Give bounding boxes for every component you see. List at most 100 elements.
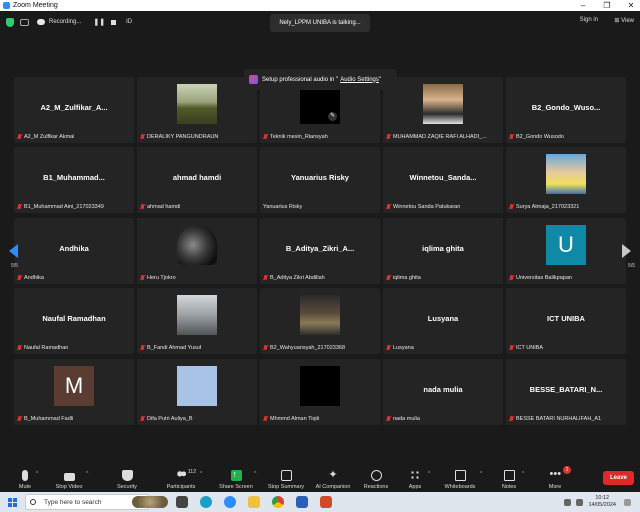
previous-page-button[interactable]: 5/5 xyxy=(3,228,29,278)
security-button[interactable]: Security xyxy=(114,462,140,492)
muted-mic-icon xyxy=(17,345,22,351)
share-options-caret[interactable]: ^ xyxy=(254,471,256,477)
participant-tile[interactable]: B2_Gondo_Wuso... B2_Gondo Wusodo xyxy=(506,77,626,143)
muted-mic-icon xyxy=(17,134,22,140)
restore-icon[interactable]: ❐ xyxy=(602,1,612,10)
participant-tile[interactable]: B_Aditya_Zikri_A... B_Aditya Zikri Abdill… xyxy=(260,218,380,284)
participant-name-label: Heru Tjokro xyxy=(140,275,176,281)
audio-settings-link[interactable]: Audio Settings xyxy=(340,77,379,83)
participant-display-name: A2_M_Zulfikar_A... xyxy=(40,103,108,112)
share-screen-button[interactable]: Share Screen xyxy=(218,462,254,492)
zoom-taskbar-icon[interactable] xyxy=(224,496,236,508)
participant-tile[interactable]: nada mulia nada mulia xyxy=(383,359,503,425)
participant-tile[interactable]: B1_Muhammad... B1_Muhammad Aini_217023349 xyxy=(14,147,134,213)
apps-button[interactable]: Apps xyxy=(404,462,426,492)
weather-widget-icon[interactable] xyxy=(132,496,168,508)
muted-mic-icon xyxy=(386,204,391,210)
participant-tile[interactable]: Surya Atmaja_217023321 xyxy=(506,147,626,213)
taskbar-search-box[interactable]: Type here to search xyxy=(25,494,149,510)
page-indicator-left: 5/5 xyxy=(11,263,18,269)
participant-tile[interactable]: Heru Tjokro xyxy=(137,218,257,284)
notes-label: Notes xyxy=(501,484,517,490)
participant-name-text: B2_Gondo Wusodo xyxy=(516,134,564,140)
participant-name-label: Surya Atmaja_217023321 xyxy=(509,204,579,210)
chrome-browser-icon[interactable] xyxy=(272,496,284,508)
task-view-icon[interactable] xyxy=(176,496,188,508)
audio-options-caret[interactable]: ^ xyxy=(36,471,38,477)
sign-in-button[interactable]: Sign in xyxy=(580,17,598,23)
pause-recording-button[interactable]: ❚❚ xyxy=(93,18,105,26)
network-icon[interactable] xyxy=(564,498,572,506)
encryption-shield-icon[interactable] xyxy=(6,17,14,27)
muted-mic-icon xyxy=(263,134,268,140)
windows-start-icon[interactable] xyxy=(8,497,17,507)
participant-tile[interactable]: Mhmmd Alman Tiqiii xyxy=(260,359,380,425)
participant-name-text: Winnetou Sanda Patukaran xyxy=(393,204,461,210)
volume-icon[interactable] xyxy=(576,498,584,506)
avatar-initial: U xyxy=(546,225,586,265)
notes-button[interactable]: Notes xyxy=(498,462,520,492)
participant-tile[interactable]: Andhika Andhika xyxy=(14,218,134,284)
close-icon[interactable]: ✕ xyxy=(626,1,636,10)
video-options-caret[interactable]: ^ xyxy=(86,471,88,477)
ai-companion-button[interactable]: ✦ AI Companion xyxy=(312,462,354,492)
participant-tile[interactable]: B2_Wahyuansyah_217023368 xyxy=(260,288,380,354)
annotate-pen-icon: ✎ xyxy=(328,112,337,121)
more-button[interactable]: ••• More xyxy=(544,462,566,492)
participant-tile[interactable]: B_Fandi Ahmad Yusuf xyxy=(137,288,257,354)
minimize-icon[interactable]: – xyxy=(578,1,588,10)
participant-tile[interactable]: iqlima ghita iqlima ghita xyxy=(383,218,503,284)
participant-tile[interactable]: ICT UNIBA ICT UNIBA xyxy=(506,288,626,354)
notifications-icon[interactable] xyxy=(624,498,631,506)
word-icon[interactable] xyxy=(296,496,308,508)
participant-name-text: Difa Putri Auliya_B xyxy=(147,416,193,422)
reactions-button[interactable]: Reactions xyxy=(360,462,392,492)
participant-tile[interactable]: ahmad hamdi ahmad hamdi xyxy=(137,147,257,213)
stop-summary-button[interactable]: Stop Summary xyxy=(264,462,308,492)
notes-options-caret[interactable]: ^ xyxy=(522,471,524,477)
more-dots-icon: ••• xyxy=(549,468,562,480)
whiteboards-options-caret[interactable]: ^ xyxy=(480,471,482,477)
file-explorer-icon[interactable] xyxy=(248,496,260,508)
participant-display-name: B2_Gondo_Wuso... xyxy=(531,103,601,112)
participant-tile[interactable]: Yanuarius Risky Yanuarius Risky xyxy=(260,147,380,213)
leave-button[interactable]: Leave xyxy=(603,471,634,485)
participants-button[interactable]: Participants xyxy=(164,462,198,492)
participant-tile[interactable]: MUHAMMAD ZAQIE RAFI ALHADI_... xyxy=(383,77,503,143)
whiteboards-button[interactable]: Whiteboards xyxy=(442,462,478,492)
participant-video xyxy=(300,295,340,335)
participant-name-label: ahmad hamdi xyxy=(140,204,180,210)
security-label: Security xyxy=(117,484,137,490)
apps-options-caret[interactable]: ^ xyxy=(428,471,430,477)
participant-name-label: B1_Muhammad Aini_217023349 xyxy=(17,204,104,210)
mute-button[interactable]: Mute xyxy=(14,462,36,492)
clock-time: 10:12 xyxy=(595,495,610,501)
participant-tile[interactable]: M B_Muhammad Fadli xyxy=(14,359,134,425)
participant-tile[interactable]: Lusyana Lusyana xyxy=(383,288,503,354)
stop-video-button[interactable]: Stop Video xyxy=(52,462,86,492)
participant-tile[interactable]: Winnetou_Sanda... Winnetou Sanda Patukara… xyxy=(383,147,503,213)
taskbar-clock[interactable]: 10:12 14/05/2024 xyxy=(588,495,616,509)
stop-recording-button[interactable] xyxy=(111,19,117,25)
zoom-app-icon xyxy=(3,2,10,9)
participant-name-text: MUHAMMAD ZAQIE RAFI ALHADI_... xyxy=(393,134,487,140)
muted-mic-icon xyxy=(509,345,514,351)
muted-mic-icon xyxy=(509,134,514,140)
participant-tile[interactable]: Naufal Ramadhan Naufal Ramadhan xyxy=(14,288,134,354)
participants-options-caret[interactable]: ^ xyxy=(200,471,202,477)
view-button[interactable]: ⊞ View xyxy=(614,17,634,24)
edge-browser-icon[interactable] xyxy=(200,496,212,508)
meeting-id-label[interactable]: ID xyxy=(126,19,132,25)
participant-tile[interactable]: BESSE_BATARI_N... BESSE BATARI NURHALIFAH… xyxy=(506,359,626,425)
powerpoint-icon[interactable] xyxy=(320,496,332,508)
participant-tile[interactable]: DERALIKY PANGUNDRAUN xyxy=(137,77,257,143)
meeting-info-icon[interactable] xyxy=(20,18,29,26)
participant-tile[interactable]: U Universitas Balikpapan xyxy=(506,218,626,284)
participant-tile[interactable]: Difa Putri Auliya_B xyxy=(137,359,257,425)
next-page-button[interactable]: 5/5 xyxy=(611,228,637,278)
ai-sparkle-icon: ✦ xyxy=(328,469,338,481)
page-indicator-right: 5/5 xyxy=(628,263,635,269)
participant-name-label: B_Muhammad Fadli xyxy=(17,416,73,422)
participant-tile[interactable]: A2_M_Zulfikar_A... A2_M Zulfikar Akmal xyxy=(14,77,134,143)
view-label: View xyxy=(621,18,634,24)
